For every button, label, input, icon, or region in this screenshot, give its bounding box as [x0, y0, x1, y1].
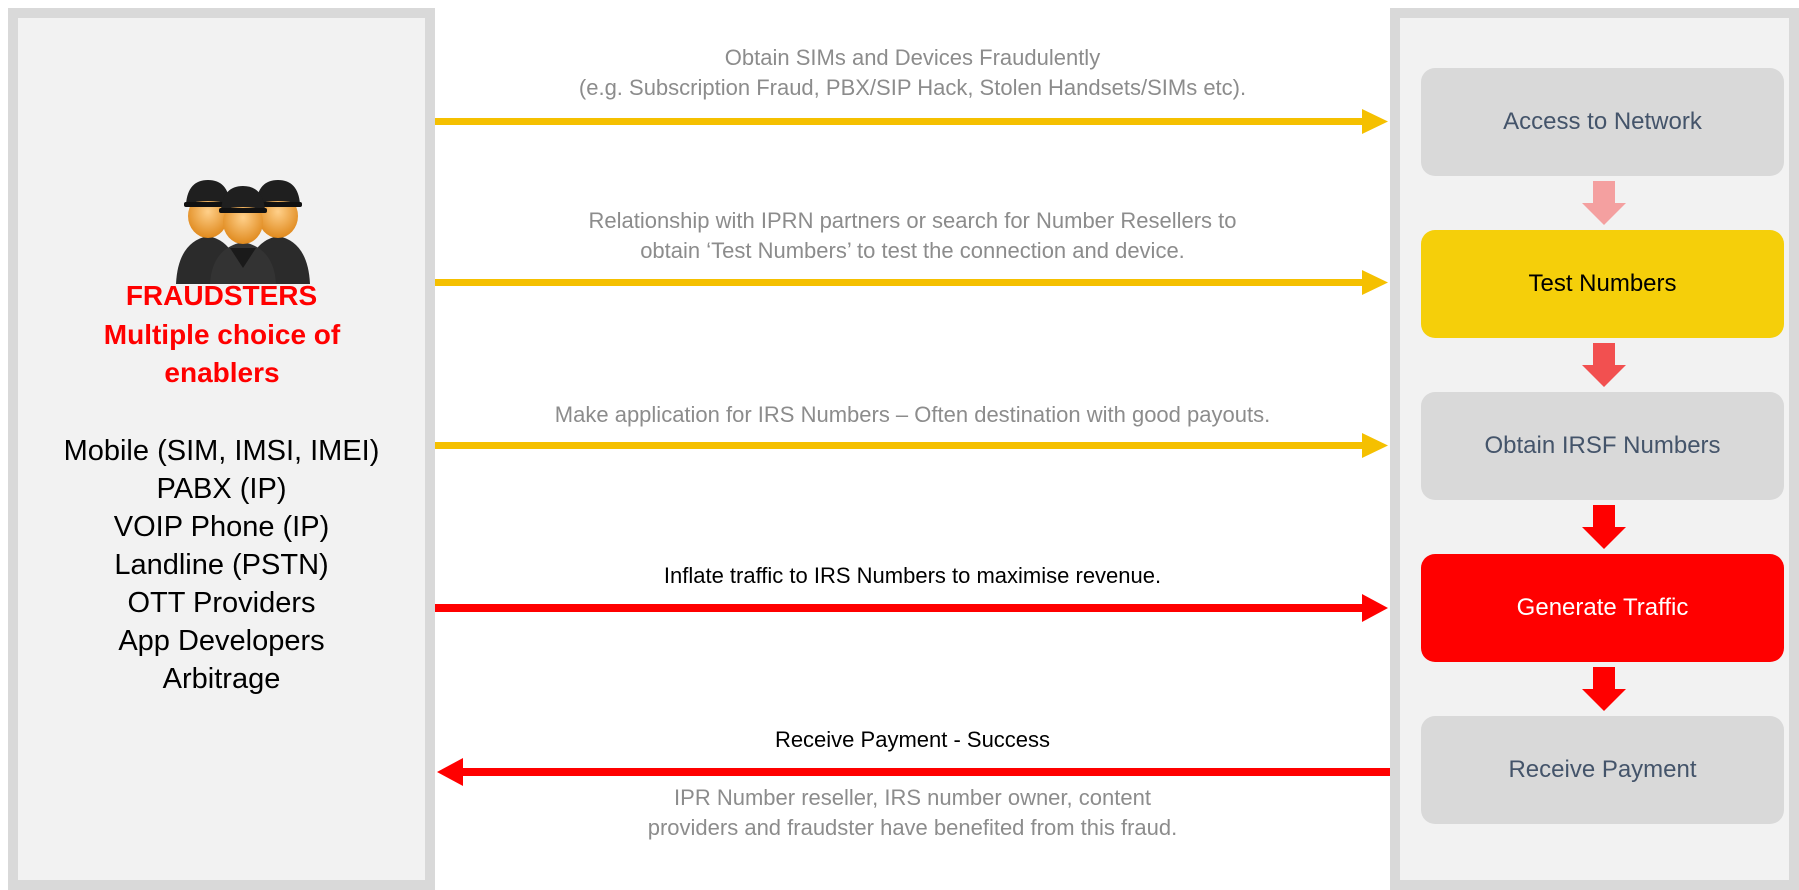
flow-text-line: (e.g. Subscription Fraud, PBX/SIP Hack, … [578, 75, 1247, 100]
flow-text-line: Make application for IRS Numbers – Often… [554, 402, 1271, 427]
flow-text-line: Receive Payment - Success [774, 727, 1051, 752]
flow-label-test-numbers: Relationship with IPRN partners or searc… [435, 206, 1390, 266]
flow-text-line: Obtain SIMs and Devices Fraudulently [724, 45, 1101, 70]
flow-arrows [435, 109, 1390, 786]
flow-label-obtain-sims: Obtain SIMs and Devices Fraudulently (e.… [435, 43, 1390, 103]
flow-text-line: IPR Number reseller, IRS number owner, c… [674, 785, 1151, 810]
flow-text-line: obtain ‘Test Numbers’ to test the connec… [640, 238, 1185, 263]
flow-label-receive-payment: Receive Payment - Success [435, 725, 1390, 755]
arrow-receive-payment [437, 758, 1390, 786]
flow-text-line: Inflate traffic to IRS Numbers to maximi… [663, 563, 1162, 588]
arrow-inflate-traffic [435, 594, 1388, 622]
arrow-obtain-sims [435, 109, 1388, 134]
flow-text-line: providers and fraudster have benefited f… [647, 815, 1178, 840]
flow-text-line: Relationship with IPRN partners or searc… [588, 208, 1237, 233]
arrow-irs-application [435, 433, 1388, 458]
flow-label-inflate-traffic: Inflate traffic to IRS Numbers to maximi… [435, 561, 1390, 591]
flow-note-beneficiaries: IPR Number reseller, IRS number owner, c… [435, 783, 1390, 843]
arrow-test-numbers [435, 270, 1388, 295]
flow-label-irs-application: Make application for IRS Numbers – Often… [435, 400, 1390, 430]
